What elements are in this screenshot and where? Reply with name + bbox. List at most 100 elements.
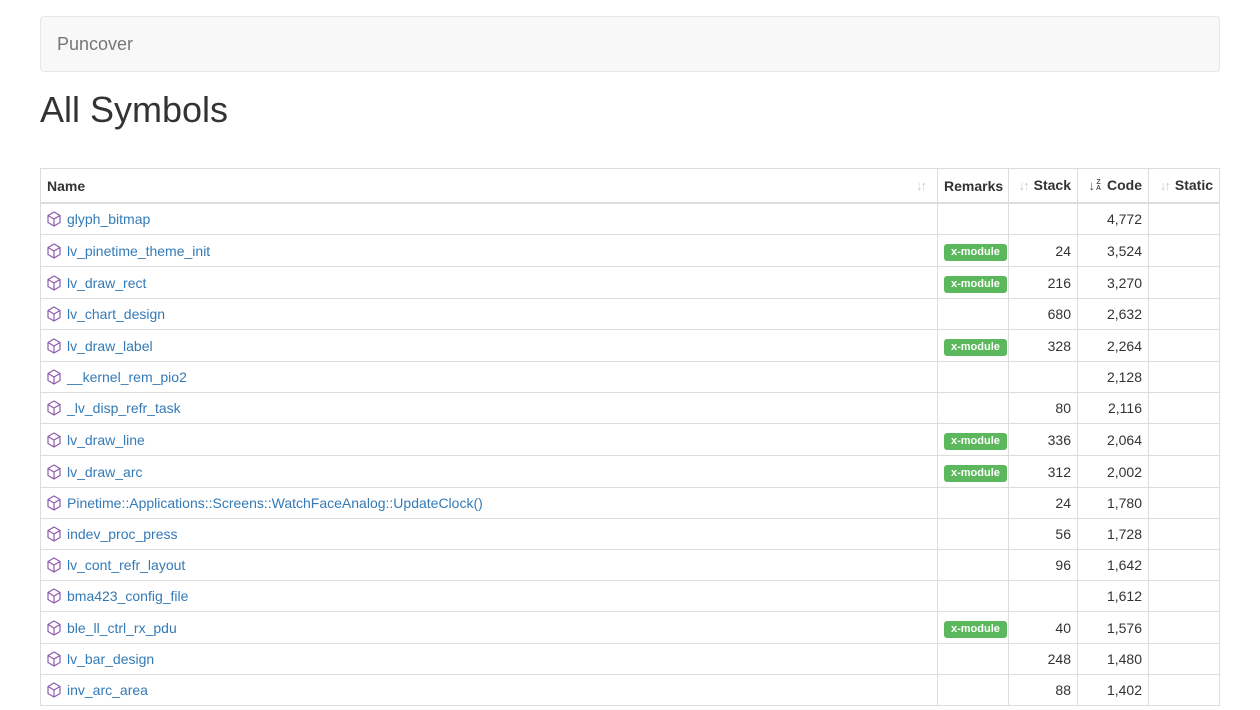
static-cell (1149, 456, 1220, 488)
table-row: indev_proc_press 56 1,728 (41, 519, 1220, 550)
symbol-cube-icon (47, 526, 61, 542)
stack-cell: 56 (1009, 519, 1078, 550)
code-cell: 2,128 (1078, 362, 1149, 393)
static-cell (1149, 675, 1220, 706)
code-cell: 1,728 (1078, 519, 1149, 550)
symbol-cube-icon (47, 211, 61, 227)
symbol-cube-icon (47, 432, 61, 448)
x-module-badge: x-module (944, 339, 1007, 356)
stack-cell: 24 (1009, 235, 1078, 267)
symbol-link[interactable]: __kernel_rem_pio2 (67, 369, 187, 385)
symbols-table-body: glyph_bitmap 4,772 lv_pinetime_theme_ini… (41, 203, 1220, 706)
column-header-stack[interactable]: ↓↑ Stack (1009, 169, 1078, 204)
symbol-cube-icon (47, 243, 61, 259)
table-row: bma423_config_file 1,612 (41, 581, 1220, 612)
static-cell (1149, 519, 1220, 550)
navbar: Puncover (40, 16, 1220, 72)
symbol-link[interactable]: lv_cont_refr_layout (67, 557, 185, 573)
table-row: inv_arc_area 88 1,402 (41, 675, 1220, 706)
navbar-brand-link[interactable]: Puncover (41, 34, 149, 55)
code-cell: 1,642 (1078, 550, 1149, 581)
code-cell: 1,576 (1078, 612, 1149, 644)
sort-unsorted-icon: ↓↑ (1019, 178, 1028, 193)
code-cell: 2,002 (1078, 456, 1149, 488)
symbol-link[interactable]: Pinetime::Applications::Screens::WatchFa… (67, 495, 483, 511)
stack-cell: 24 (1009, 488, 1078, 519)
table-row: _lv_disp_refr_task 80 2,116 (41, 393, 1220, 424)
x-module-badge: x-module (944, 244, 1007, 261)
column-header-static[interactable]: ↓↑ Static (1149, 169, 1220, 204)
static-cell (1149, 424, 1220, 456)
symbol-link[interactable]: bma423_config_file (67, 588, 188, 604)
symbol-link[interactable]: glyph_bitmap (67, 211, 150, 227)
static-cell (1149, 612, 1220, 644)
remark-cell: x-module (938, 235, 1009, 267)
symbol-cube-icon (47, 275, 61, 291)
column-header-code[interactable]: ↓ZACode (1078, 169, 1149, 204)
x-module-badge: x-module (944, 433, 1007, 450)
symbol-cube-icon (47, 369, 61, 385)
symbol-link[interactable]: lv_draw_rect (67, 275, 146, 291)
code-cell: 1,780 (1078, 488, 1149, 519)
name-cell: lv_draw_label (41, 330, 938, 362)
remark-cell (938, 488, 1009, 519)
stack-cell: 328 (1009, 330, 1078, 362)
name-cell: inv_arc_area (41, 675, 938, 706)
sort-descending-icon: ↓ZA (1088, 176, 1101, 196)
symbol-link[interactable]: lv_draw_line (67, 432, 145, 448)
column-header-remarks[interactable]: Remarks (938, 169, 1009, 204)
static-cell (1149, 644, 1220, 675)
name-cell: lv_chart_design (41, 299, 938, 330)
name-cell: __kernel_rem_pio2 (41, 362, 938, 393)
remark-cell (938, 581, 1009, 612)
static-cell (1149, 267, 1220, 299)
sort-unsorted-icon: ↓↑ (1160, 178, 1169, 193)
table-row: lv_bar_design 248 1,480 (41, 644, 1220, 675)
remark-cell: x-module (938, 456, 1009, 488)
x-module-badge: x-module (944, 621, 1007, 638)
remark-cell (938, 644, 1009, 675)
symbol-cube-icon (47, 306, 61, 322)
code-cell: 2,116 (1078, 393, 1149, 424)
symbol-link[interactable]: _lv_disp_refr_task (67, 400, 181, 416)
code-cell: 2,264 (1078, 330, 1149, 362)
name-cell: lv_pinetime_theme_init (41, 235, 938, 267)
name-cell: bma423_config_file (41, 581, 938, 612)
symbol-link[interactable]: inv_arc_area (67, 682, 148, 698)
table-row: ble_ll_ctrl_rx_pdu x-module 40 1,576 (41, 612, 1220, 644)
table-row: glyph_bitmap 4,772 (41, 203, 1220, 235)
column-header-remarks-label: Remarks (944, 178, 1003, 194)
symbol-link[interactable]: lv_pinetime_theme_init (67, 243, 210, 259)
name-cell: lv_draw_line (41, 424, 938, 456)
static-cell (1149, 550, 1220, 581)
remark-cell (938, 550, 1009, 581)
symbol-link[interactable]: indev_proc_press (67, 526, 178, 542)
static-cell (1149, 362, 1220, 393)
column-header-stack-label: Stack (1034, 177, 1071, 193)
code-cell: 1,402 (1078, 675, 1149, 706)
static-cell (1149, 581, 1220, 612)
symbol-link[interactable]: lv_draw_arc (67, 464, 142, 480)
page-title: All Symbols (40, 90, 1220, 130)
static-cell (1149, 299, 1220, 330)
name-cell: lv_draw_arc (41, 456, 938, 488)
column-header-name[interactable]: Name ↓↑ (41, 169, 938, 204)
name-cell: glyph_bitmap (41, 203, 938, 235)
code-cell: 3,524 (1078, 235, 1149, 267)
code-cell: 3,270 (1078, 267, 1149, 299)
code-cell: 1,480 (1078, 644, 1149, 675)
stack-cell: 216 (1009, 267, 1078, 299)
name-cell: indev_proc_press (41, 519, 938, 550)
static-cell (1149, 203, 1220, 235)
column-header-static-label: Static (1175, 177, 1213, 193)
symbol-link[interactable]: lv_bar_design (67, 651, 154, 667)
stack-cell (1009, 203, 1078, 235)
symbol-link[interactable]: lv_chart_design (67, 306, 165, 322)
sort-unsorted-icon: ↓↑ (916, 176, 925, 196)
symbol-link[interactable]: ble_ll_ctrl_rx_pdu (67, 620, 177, 636)
symbol-link[interactable]: lv_draw_label (67, 338, 153, 354)
table-row: lv_draw_rect x-module 216 3,270 (41, 267, 1220, 299)
symbol-cube-icon (47, 588, 61, 604)
name-cell: _lv_disp_refr_task (41, 393, 938, 424)
stack-cell (1009, 581, 1078, 612)
